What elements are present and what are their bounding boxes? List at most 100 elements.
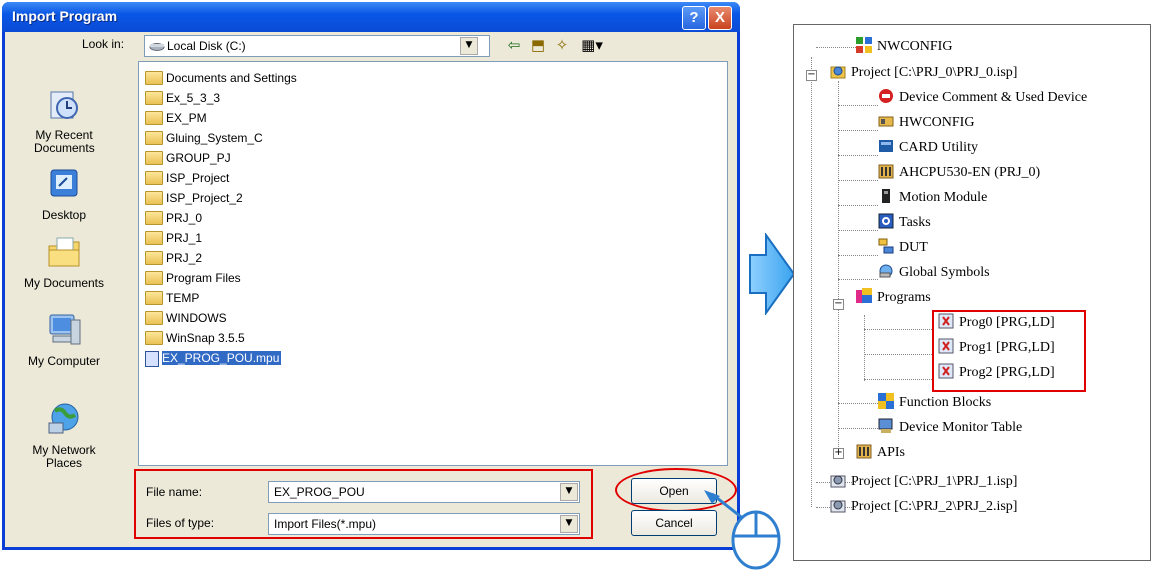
prg-ld-icon xyxy=(938,313,954,329)
tree-line xyxy=(838,279,878,280)
folder-icon xyxy=(145,170,163,185)
close-button[interactable]: X xyxy=(708,6,732,30)
programs-icon xyxy=(856,287,872,303)
place-my-documents[interactable]: My Documents xyxy=(5,234,123,290)
folder-icon xyxy=(145,90,163,105)
tree-item-card-utility[interactable]: CARD Utility xyxy=(878,138,978,158)
place-my-recent-documents[interactable]: My Recent Documents xyxy=(5,86,123,155)
mpu-file-icon xyxy=(145,350,159,367)
tree-line xyxy=(864,379,934,380)
tree-item-cpu[interactable]: AHCPU530-EN (PRJ_0) xyxy=(878,163,1040,183)
look-in-label: Look in: xyxy=(82,37,125,51)
file-name-label: File name: xyxy=(146,485,203,499)
tasks-icon xyxy=(878,213,894,229)
file-name-dropdown-arrow[interactable]: ▼ xyxy=(560,483,578,501)
list-item[interactable]: GROUP_PJ xyxy=(145,148,231,168)
import-program-dialog: Import Program ? X Look in: Local Disk (… xyxy=(2,2,740,550)
device-comment-icon xyxy=(879,88,893,103)
project-tree-panel: − − + NWCONFIG Project [C:\PRJ_0\PRJ_0.i… xyxy=(793,24,1151,561)
tree-item-prog2[interactable]: Prog2 [PRG,LD] xyxy=(938,363,1055,383)
place-my-computer[interactable]: My Computer xyxy=(5,312,123,368)
cpu-icon xyxy=(878,164,894,179)
right-arrow-icon xyxy=(749,233,796,315)
list-item[interactable]: Documents and Settings xyxy=(145,68,297,88)
tree-line xyxy=(811,73,812,507)
new-folder-icon[interactable]: ✧ xyxy=(551,34,573,56)
list-item[interactable]: EX_PM xyxy=(145,108,207,128)
tree-item-prog1[interactable]: Prog1 [PRG,LD] xyxy=(938,338,1055,358)
tree-item-programs[interactable]: Programs xyxy=(856,287,931,308)
collapse-project-toggle[interactable]: − xyxy=(806,70,817,81)
network-places-icon xyxy=(48,403,79,434)
tree-line xyxy=(838,130,878,131)
folder-icon xyxy=(145,150,163,165)
place-desktop[interactable]: Desktop xyxy=(5,166,123,222)
file-type-value: Import Files(*.mpu) xyxy=(274,517,377,531)
recent-documents-icon xyxy=(50,91,78,119)
folder-icon xyxy=(145,210,163,225)
mouse-click-icon xyxy=(704,490,781,570)
list-item[interactable]: PRJ_0 xyxy=(145,208,202,228)
file-type-select[interactable]: Import Files(*.mpu) ▼ xyxy=(268,513,580,535)
file-name-field[interactable]: EX_PROG_POU ▼ xyxy=(268,481,580,503)
tree-item-motion-module[interactable]: Motion Module xyxy=(878,188,987,208)
look-in-combo[interactable]: Local Disk (C:) ▼ xyxy=(144,35,490,57)
project-gear-icon xyxy=(830,66,846,79)
place-label: My Documents xyxy=(23,276,105,290)
prg-ld-icon xyxy=(938,363,954,379)
folder-icon xyxy=(145,270,163,285)
tree-item-tasks[interactable]: Tasks xyxy=(878,213,931,233)
places-bar: My Recent Documents Desktop My Documents xyxy=(5,56,123,516)
folder-icon xyxy=(145,190,163,205)
list-item[interactable]: ISP_Project_2 xyxy=(145,188,243,208)
view-menu-icon[interactable]: ▦▾ xyxy=(577,34,607,56)
help-button[interactable]: ? xyxy=(682,6,706,30)
tree-item-apis[interactable]: APIs xyxy=(856,443,905,463)
tree-item-project-prj1[interactable]: Project [C:\PRJ_1\PRJ_1.isp] xyxy=(830,472,1017,492)
list-item[interactable]: PRJ_1 xyxy=(145,228,202,248)
list-item[interactable]: WINDOWS xyxy=(145,308,227,328)
title-bar[interactable]: Import Program ? X xyxy=(2,2,740,32)
tree-item-function-blocks[interactable]: Function Blocks xyxy=(878,392,991,413)
expand-apis-toggle[interactable]: + xyxy=(833,448,844,459)
selected-file-item[interactable]: EX_PROG_POU.mpu xyxy=(145,348,282,368)
list-item[interactable]: Gluing_System_C xyxy=(145,128,263,148)
up-folder-icon[interactable]: ⬒ xyxy=(527,34,549,56)
back-icon[interactable]: ⇦ xyxy=(503,34,525,56)
tree-item-device-monitor-table[interactable]: Device Monitor Table xyxy=(878,418,1022,438)
hwconfig-icon xyxy=(878,116,894,127)
tree-item-prog0[interactable]: Prog0 [PRG,LD] xyxy=(938,313,1055,333)
tree-item-hwconfig[interactable]: HWCONFIG xyxy=(878,113,974,133)
tree-item-project-prj0[interactable]: Project [C:\PRJ_0\PRJ_0.isp] xyxy=(830,63,1017,83)
tree-item-global-symbols[interactable]: Global Symbols xyxy=(878,263,990,283)
tree-line xyxy=(816,47,856,48)
collapse-programs-toggle[interactable]: − xyxy=(833,299,844,310)
place-label: My Computer xyxy=(27,354,101,368)
tree-item-device-comment[interactable]: Device Comment & Used Device xyxy=(878,88,1087,108)
motion-module-icon xyxy=(882,188,890,203)
list-item[interactable]: Ex_5_3_3 xyxy=(145,88,220,108)
folder-icon xyxy=(145,230,163,245)
list-item[interactable]: Program Files xyxy=(145,268,241,288)
list-item[interactable]: TEMP xyxy=(145,288,199,308)
tree-item-dut[interactable]: DUT xyxy=(878,238,928,258)
place-my-network-places[interactable]: My Network Places xyxy=(5,401,123,470)
place-label: My Network Places xyxy=(32,443,96,470)
tree-line xyxy=(838,105,878,106)
folder-icon xyxy=(145,330,163,345)
file-list[interactable]: Documents and Settings Ex_5_3_3 EX_PM Gl… xyxy=(138,61,728,466)
file-type-dropdown-arrow[interactable]: ▼ xyxy=(560,515,578,533)
list-item[interactable]: PRJ_2 xyxy=(145,248,202,268)
desktop-icon xyxy=(50,169,78,197)
folder-icon xyxy=(145,70,163,85)
list-item[interactable]: WinSnap 3.5.5 xyxy=(145,328,245,348)
folder-icon xyxy=(145,110,163,125)
tree-line xyxy=(864,354,934,355)
list-item[interactable]: ISP_Project xyxy=(145,168,229,188)
tree-item-nwconfig[interactable]: NWCONFIG xyxy=(856,36,952,57)
dut-icon xyxy=(878,238,894,254)
look-in-dropdown-arrow[interactable]: ▼ xyxy=(460,37,478,55)
tree-line xyxy=(838,180,878,181)
tree-item-project-prj2[interactable]: Project [C:\PRJ_2\PRJ_2.isp] xyxy=(830,497,1017,517)
project-gear-icon xyxy=(830,475,846,488)
